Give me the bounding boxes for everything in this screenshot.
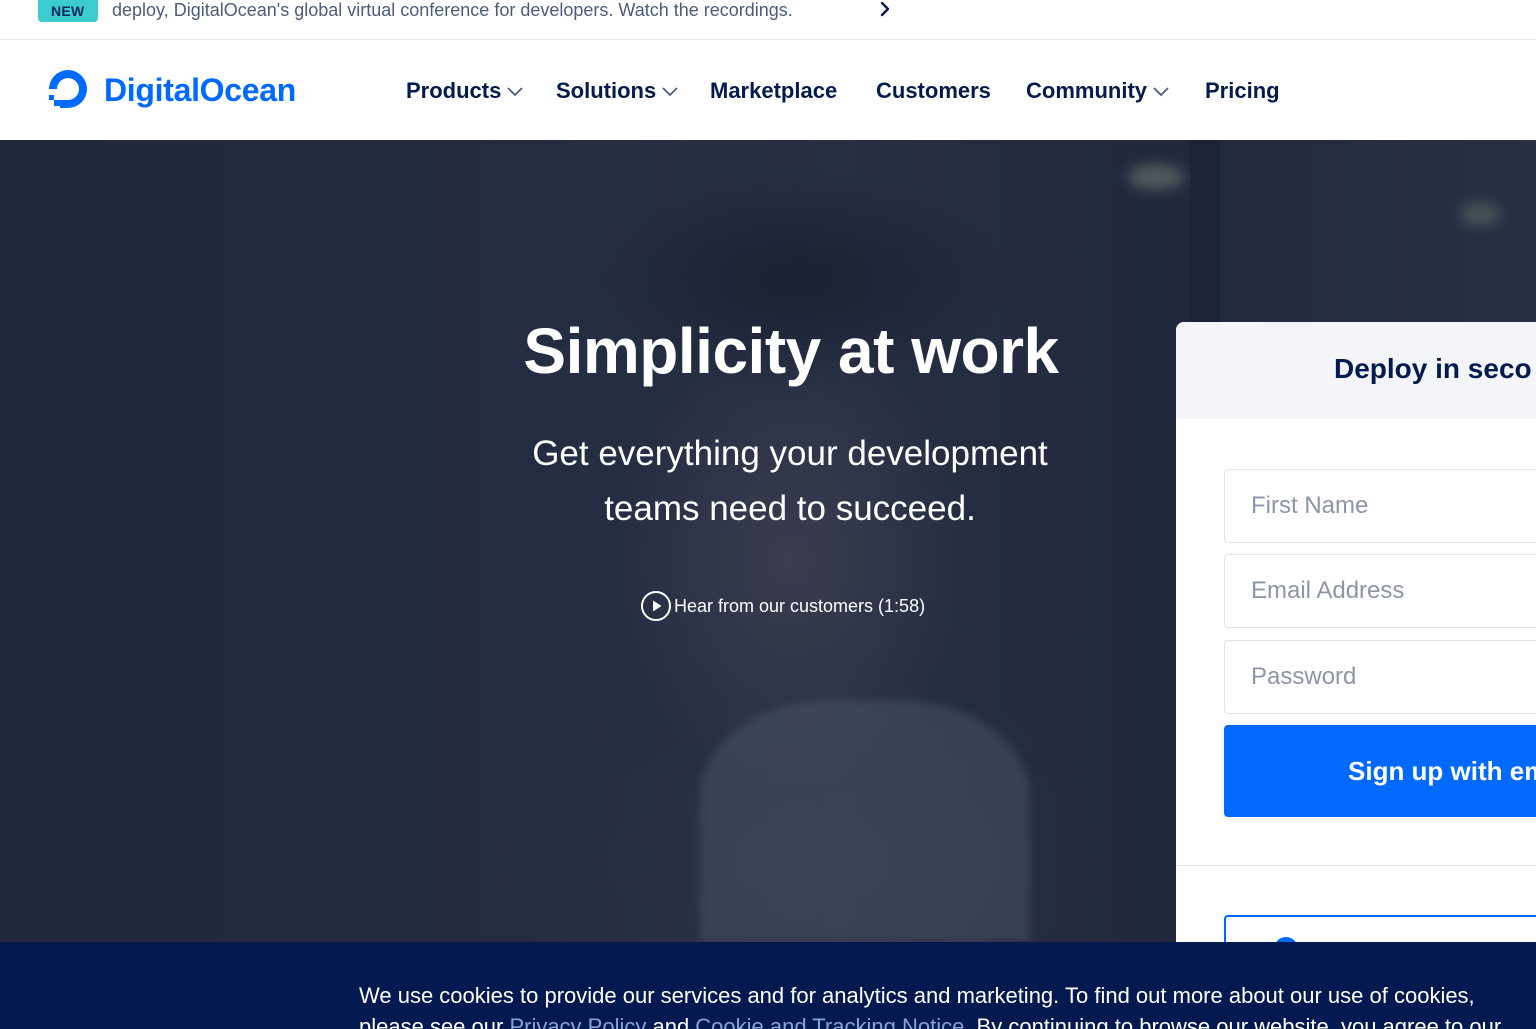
signup-email-button[interactable]: Sign up with em <box>1224 725 1536 817</box>
nav-community-label: Community <box>1026 78 1147 103</box>
announcement-message[interactable]: deploy, DigitalOcean's global virtual co… <box>112 0 793 22</box>
new-badge: NEW <box>38 0 98 22</box>
cookie-notice-link[interactable]: Cookie and Tracking Notice <box>695 1014 964 1029</box>
cookie-text-prefix: please see our <box>359 1014 510 1029</box>
nav-community[interactable]: Community <box>1026 78 1170 104</box>
brand-logo[interactable]: DigitalOcean <box>44 66 296 114</box>
chevron-down-icon <box>507 87 523 97</box>
nav-customers-label: Customers <box>876 78 991 103</box>
hero-subtitle: Get everything your development teams ne… <box>532 434 1048 528</box>
cookie-text-line1: We use cookies to provide our services a… <box>359 983 1475 1008</box>
announcement-bar[interactable]: NEW deploy, DigitalOcean's global virtua… <box>0 0 1536 40</box>
nav-solutions[interactable]: Solutions <box>556 78 679 104</box>
video-link-label: Hear from our customers (1:58) <box>674 595 926 616</box>
email-field[interactable] <box>1224 554 1536 628</box>
nav-products-label: Products <box>406 78 502 103</box>
chevron-right-icon[interactable] <box>878 0 892 19</box>
privacy-policy-link[interactable]: Privacy Policy <box>509 1014 646 1029</box>
nav-products[interactable]: Products <box>406 78 524 104</box>
digitalocean-logo-icon <box>49 70 87 108</box>
nav-pricing[interactable]: Pricing <box>1205 78 1280 104</box>
divider <box>1176 865 1536 866</box>
brand-name: DigitalOcean <box>104 71 297 108</box>
nav-pricing-label: Pricing <box>1205 78 1280 103</box>
play-circle-icon <box>641 591 671 621</box>
cookie-text-and: and <box>646 1014 696 1029</box>
cookie-text-suffix: . By continuing to browse our website, y… <box>964 1014 1502 1029</box>
cookie-banner: We use cookies to provide our services a… <box>0 942 1536 1029</box>
video-link[interactable]: Hear from our customers (1:58) <box>640 590 925 622</box>
nav-customers[interactable]: Customers <box>876 78 991 104</box>
alternate-signup-button[interactable] <box>1224 915 1536 942</box>
first-name-field[interactable] <box>1224 469 1536 543</box>
password-field[interactable] <box>1224 640 1536 714</box>
signup-title: Deploy in seco <box>1334 353 1532 384</box>
signup-panel-header: Deploy in seco <box>1176 322 1536 419</box>
nav-marketplace-label: Marketplace <box>710 78 838 103</box>
signup-panel: Deploy in seco Sign up with em <box>1176 322 1536 942</box>
main-nav: DigitalOcean Products Solutions Marketpl… <box>0 40 1536 140</box>
chevron-down-icon <box>662 87 678 97</box>
nav-marketplace[interactable]: Marketplace <box>710 78 837 104</box>
nav-solutions-label: Solutions <box>556 78 657 103</box>
chevron-down-icon <box>1153 87 1169 97</box>
cookie-text-line2: please see our Privacy Policy and Cookie… <box>359 1012 1501 1029</box>
